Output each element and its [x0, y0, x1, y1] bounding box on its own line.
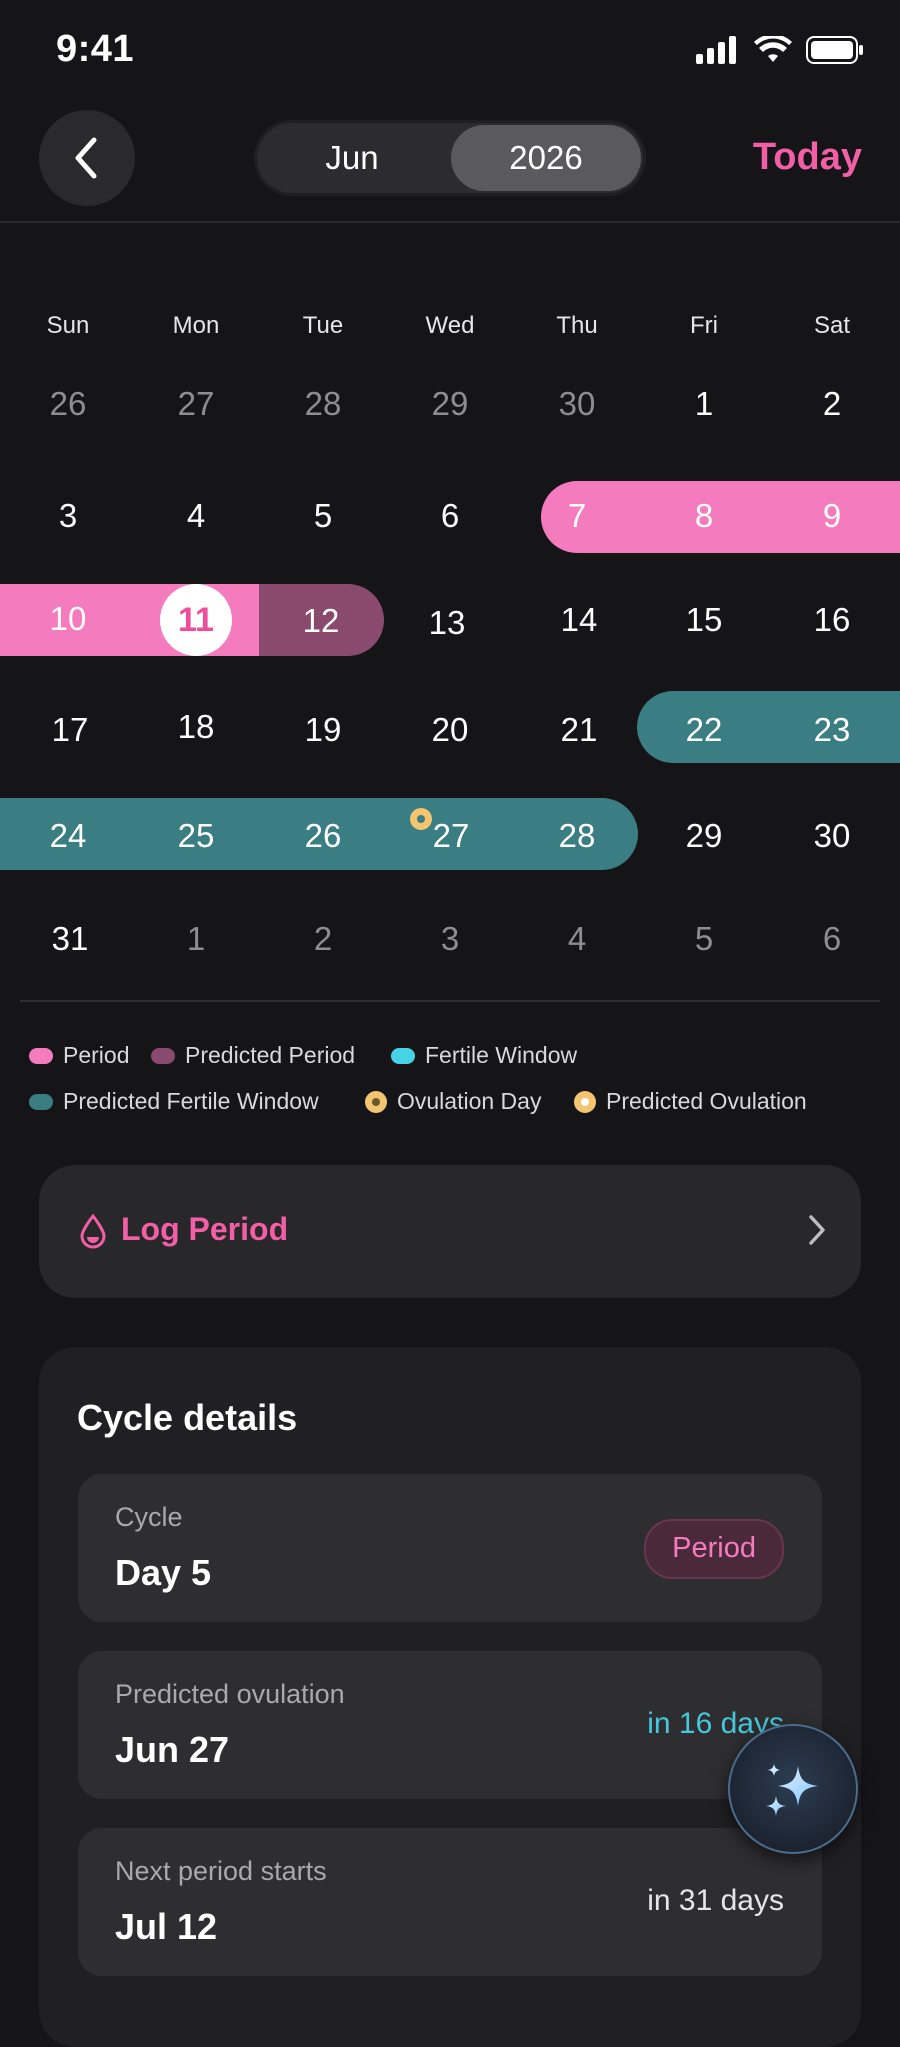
battery-icon: [806, 36, 863, 64]
cycle-label: Cycle: [115, 1502, 183, 1532]
today-button[interactable]: Today: [753, 136, 862, 179]
calendar-day[interactable]: 4: [537, 920, 617, 958]
predicted-fertile-swatch: [29, 1093, 53, 1110]
calendar-day[interactable]: 26: [283, 817, 363, 855]
calendar-day[interactable]: 27: [156, 385, 236, 423]
calendar-day[interactable]: 8: [664, 497, 744, 535]
legend-predicted-ovulation: Predicted Ovulation: [574, 1088, 807, 1115]
droplet-icon: [80, 1213, 106, 1249]
weekday-label: Sun: [46, 312, 90, 339]
cycle-details-title: Cycle details: [77, 1397, 298, 1438]
legend-predicted-period: Predicted Period: [151, 1042, 355, 1069]
calendar-day[interactable]: 27: [411, 817, 491, 855]
chevron-left-icon: [75, 137, 97, 179]
legend-label: Period: [63, 1042, 130, 1068]
legend-label: Fertile Window: [425, 1042, 578, 1068]
cycle-phase-badge: Period: [644, 1519, 784, 1579]
legend-ovulation-day: Ovulation Day: [365, 1088, 541, 1115]
calendar-day-today[interactable]: 11: [160, 584, 232, 656]
predicted-ovulation-row[interactable]: Predicted ovulation Jun 27 in 16 days: [78, 1651, 822, 1799]
legend-label: Predicted Period: [185, 1042, 356, 1068]
weekday-label: Tue: [302, 312, 344, 339]
calendar-divider: [20, 1000, 880, 1002]
calendar-day[interactable]: 2: [283, 920, 363, 958]
cycle-day-value: Day 5: [115, 1552, 212, 1593]
calendar-day[interactable]: 29: [664, 817, 744, 855]
sparkle-icon: [766, 1764, 818, 1816]
calendar-day[interactable]: 31: [30, 920, 110, 958]
status-time: 9:41: [56, 28, 135, 70]
year-selector[interactable]: 2026: [451, 125, 641, 191]
chevron-right-icon: [809, 1215, 825, 1245]
calendar-day[interactable]: 18: [156, 708, 236, 746]
signal-icon: [696, 36, 736, 64]
calendar-day[interactable]: 3: [28, 497, 108, 535]
wifi-icon: [754, 36, 792, 62]
header-divider: [0, 221, 900, 223]
calendar-day[interactable]: 10: [28, 600, 108, 638]
calendar-day[interactable]: 6: [792, 920, 872, 958]
status-icons: [696, 36, 864, 64]
calendar-day[interactable]: 13: [407, 604, 487, 642]
calendar-day[interactable]: 17: [30, 711, 110, 749]
calendar-day[interactable]: 19: [283, 711, 363, 749]
next-period-row[interactable]: Next period starts Jul 12 in 31 days: [78, 1828, 822, 1976]
ai-assistant-button[interactable]: [728, 1724, 858, 1854]
back-button[interactable]: [39, 110, 135, 206]
legend-period: Period: [29, 1042, 129, 1069]
predicted-period-swatch: [151, 1047, 175, 1064]
log-period-button[interactable]: Log Period: [39, 1165, 861, 1298]
legend-label: Predicted Ovulation: [606, 1088, 807, 1114]
weekday-label: Thu: [556, 312, 598, 339]
calendar-day[interactable]: 1: [664, 385, 744, 423]
fertile-swatch: [391, 1047, 415, 1064]
weekday-label: Fri: [690, 312, 718, 339]
calendar-day[interactable]: 6: [410, 497, 490, 535]
predicted-ovulation-date: Jun 27: [115, 1729, 230, 1770]
calendar-day[interactable]: 7: [537, 497, 617, 535]
calendar-day[interactable]: 5: [664, 920, 744, 958]
next-period-date: Jul 12: [115, 1906, 218, 1947]
calendar-day[interactable]: 24: [28, 817, 108, 855]
calendar-day[interactable]: 9: [792, 497, 872, 535]
weekday-label: Mon: [172, 312, 220, 339]
calendar-day[interactable]: 3: [410, 920, 490, 958]
calendar-day[interactable]: 14: [539, 601, 619, 639]
calendar-day[interactable]: 23: [792, 711, 872, 749]
calendar-day[interactable]: 29: [410, 385, 490, 423]
calendar-day[interactable]: 21: [539, 711, 619, 749]
calendar-day[interactable]: 20: [410, 711, 490, 749]
calendar-day[interactable]: 12: [281, 602, 361, 640]
legend-predicted-fertile-window: Predicted Fertile Window: [29, 1088, 319, 1115]
calendar-day[interactable]: 22: [664, 711, 744, 749]
calendar-day[interactable]: 4: [156, 497, 236, 535]
calendar-day[interactable]: 28: [283, 385, 363, 423]
calendar-day[interactable]: 30: [792, 817, 872, 855]
predicted-ovulation-label: Predicted ovulation: [115, 1679, 345, 1709]
next-period-countdown: in 31 days: [647, 1884, 784, 1917]
month-selector[interactable]: Jun: [254, 120, 450, 196]
legend-label: Ovulation Day: [397, 1088, 542, 1114]
legend-fertile-window: Fertile Window: [391, 1042, 577, 1069]
weekday-label: Sat: [813, 312, 851, 339]
calendar-day[interactable]: 25: [156, 817, 236, 855]
period-swatch: [29, 1047, 53, 1064]
calendar-day[interactable]: 26: [28, 385, 108, 423]
month-year-switcher: Jun 2026: [254, 120, 646, 196]
calendar-day[interactable]: 5: [283, 497, 363, 535]
calendar-day[interactable]: 1: [156, 920, 236, 958]
log-period-label: Log Period: [121, 1211, 289, 1247]
cycle-details-card: Cycle details Cycle Day 5 Period Predict…: [39, 1347, 861, 2047]
legend-label: Predicted Fertile Window: [63, 1088, 319, 1114]
calendar-day[interactable]: 16: [792, 601, 872, 639]
predicted-ovulation-icon: [574, 1090, 596, 1113]
calendar-day[interactable]: 15: [664, 601, 744, 639]
calendar-day[interactable]: 28: [537, 817, 617, 855]
next-period-label: Next period starts: [115, 1856, 327, 1886]
calendar-day[interactable]: 2: [792, 385, 872, 423]
ovulation-day-icon: [365, 1090, 387, 1113]
weekday-label: Wed: [425, 312, 475, 339]
calendar-day[interactable]: 30: [537, 385, 617, 423]
cycle-day-row[interactable]: Cycle Day 5 Period: [78, 1474, 822, 1622]
